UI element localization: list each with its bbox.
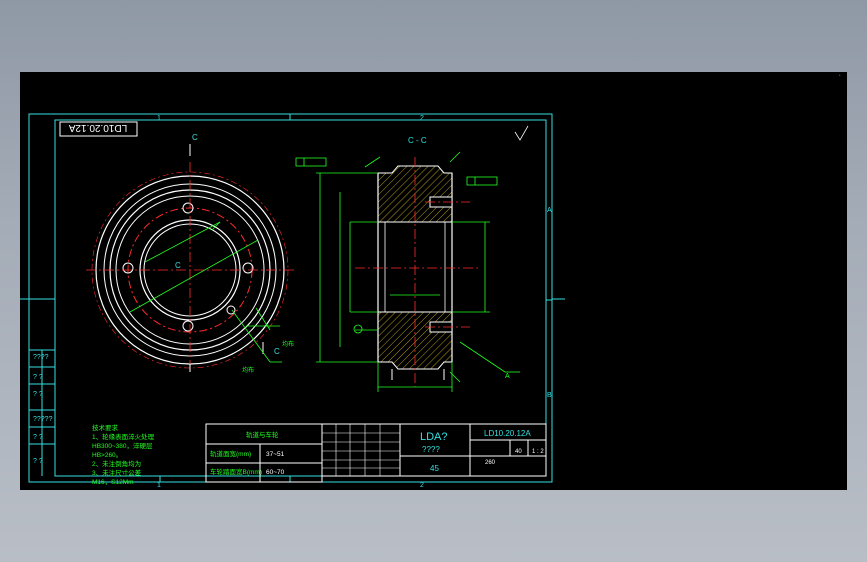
- tech-requirements: 技术要求 1、轮缘表面淬火处理 HB300~380，淬硬层 HB>260。 2、…: [92, 423, 155, 486]
- code-box-text: LD10.20.12A: [68, 122, 127, 133]
- tech-line-6: M16，S12Mm: [92, 479, 134, 486]
- rail-row1-label: 轨道面宽(mm): [210, 449, 251, 458]
- view-label-bottom: C: [274, 347, 280, 356]
- zone-label-right-a: A: [547, 207, 552, 214]
- left-mark-3: ? ?: [33, 391, 43, 398]
- title-block-grid: [322, 424, 400, 476]
- tech-line-5: 3、未注尺寸公差: [92, 468, 142, 477]
- view-label-top: C: [192, 133, 198, 142]
- section-title: C - C: [408, 136, 427, 145]
- left-mark-1: ????: [33, 354, 49, 361]
- scale-value: 1 : 2: [532, 449, 544, 455]
- cad-model-viewport[interactable]: ` 1 2 A B 1 2 LD10.20.12A ???? ? ? ? ? ?…: [20, 72, 847, 490]
- left-mark-2: ? ?: [33, 374, 43, 381]
- rail-title: 轨道与车轮: [246, 430, 279, 439]
- hole-note-1: 均布: [282, 340, 294, 348]
- left-mark-6: ? ?: [33, 458, 43, 465]
- tech-line-2: HB300~380，淬硬层: [92, 441, 153, 450]
- code-box: LD10.20.12A: [59, 121, 138, 137]
- tech-line-3: HB>260。: [92, 452, 122, 459]
- quantity-value: 40: [515, 449, 522, 455]
- hole-note-2: 均布: [242, 366, 254, 374]
- zone-label-bottom-2: 2: [420, 482, 424, 489]
- bolt-hole-bottom: [182, 320, 194, 332]
- datum-a-label: A: [505, 373, 510, 380]
- tech-line-4: 2、未注倒角均为: [92, 459, 141, 468]
- weight-value: 260: [485, 460, 496, 466]
- zone-label-bottom-1: 1: [157, 482, 161, 489]
- rail-row2-label: 车轮踏面宽B(mm): [210, 467, 262, 476]
- left-mark-4: ?????: [33, 416, 53, 423]
- left-mark-5: ? ?: [33, 434, 43, 441]
- front-center-lines: [86, 162, 294, 372]
- tech-line-1: 1、轮缘表面淬火处理: [92, 432, 155, 441]
- zone-label-top-1: 1: [157, 115, 161, 122]
- rail-row2-value: 60~70: [266, 469, 285, 476]
- roughness-symbol: [514, 125, 529, 141]
- rail-row1-value: 37~51: [266, 451, 285, 458]
- zone-label-right-b: B: [547, 392, 552, 399]
- title-name: LDA?: [420, 431, 448, 443]
- title-sub: ????: [422, 445, 440, 454]
- material: 45: [430, 464, 439, 473]
- drawing-number: LD10.20.12A: [484, 429, 531, 438]
- view-label-center: C: [175, 261, 181, 270]
- zone-label-top-2: 2: [420, 115, 424, 122]
- engineering-drawing: 1 2 A B 1 2 LD10.20.12A ???? ? ? ? ? ???…: [20, 113, 565, 489]
- tech-title: 技术要求: [92, 423, 119, 432]
- datum-a-marker: [353, 324, 363, 334]
